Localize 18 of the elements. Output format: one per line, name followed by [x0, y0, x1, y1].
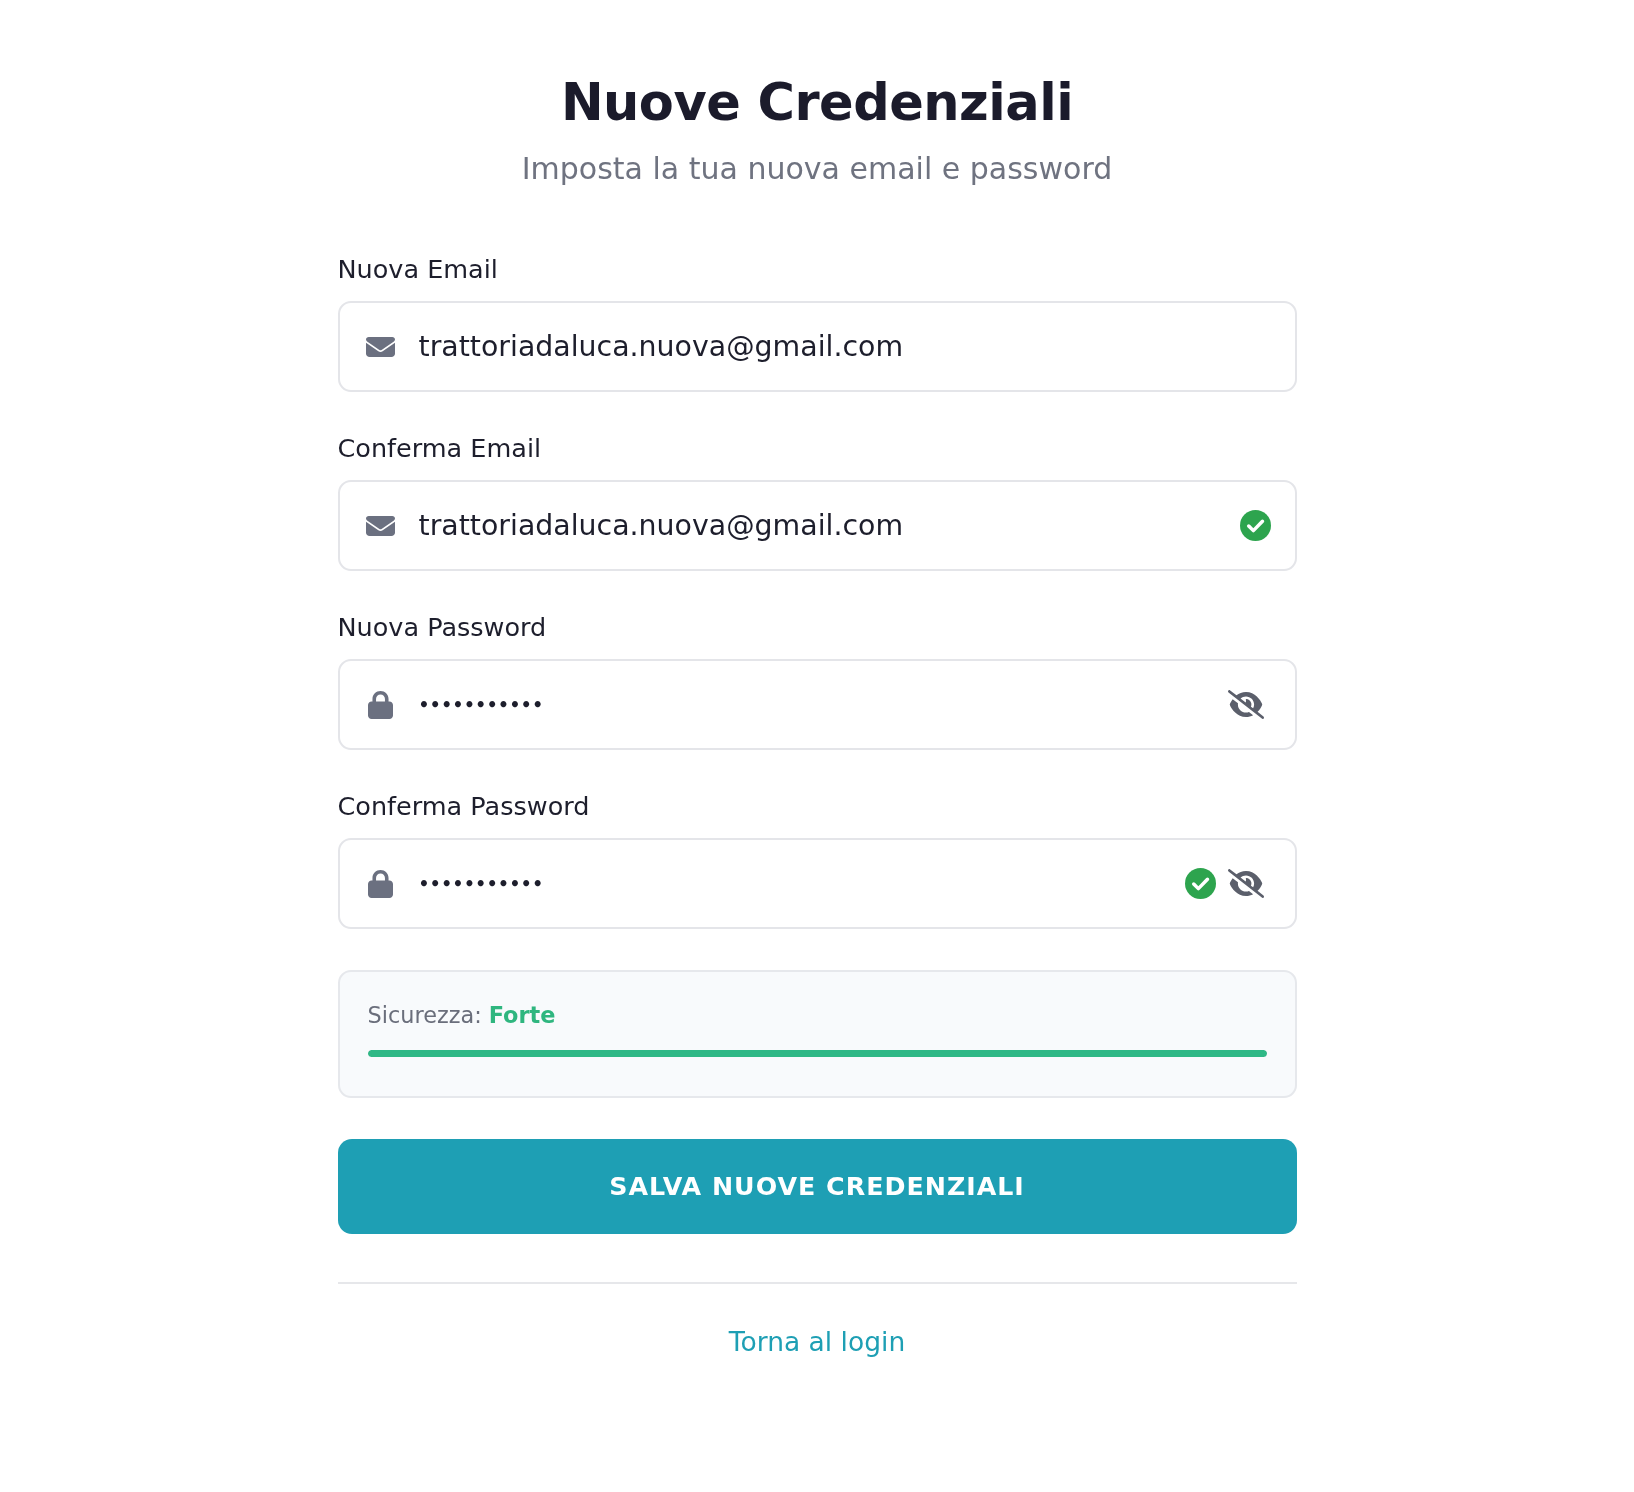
password-field[interactable]: ••••••••••• — [337, 659, 1297, 750]
envelope-icon — [365, 515, 395, 536]
field-label: Nuova Email — [337, 254, 498, 284]
strength-label: Sicurezza: — [367, 1001, 482, 1030]
lock-icon — [367, 869, 393, 898]
eye-slash-icon[interactable] — [1227, 690, 1264, 719]
page-subtitle: Imposta la tua nuova email e password — [521, 150, 1113, 188]
field-label: Nuova Password — [337, 612, 547, 642]
email-field[interactable]: trattoriadaluca.nuova@gmail.com — [337, 480, 1297, 571]
page-title: Nuove Credenziali — [560, 72, 1074, 134]
strength-value: Forte — [488, 1001, 556, 1030]
lock-icon — [367, 690, 393, 719]
envelope-icon — [365, 336, 395, 357]
password-field[interactable]: ••••••••••• — [337, 838, 1297, 929]
eye-slash-icon[interactable] — [1227, 869, 1264, 898]
field-label: Conferma Password — [337, 791, 590, 821]
email-field[interactable]: trattoriadaluca.nuova@gmail.com — [337, 301, 1297, 392]
field-label: Conferma Email — [337, 433, 542, 463]
